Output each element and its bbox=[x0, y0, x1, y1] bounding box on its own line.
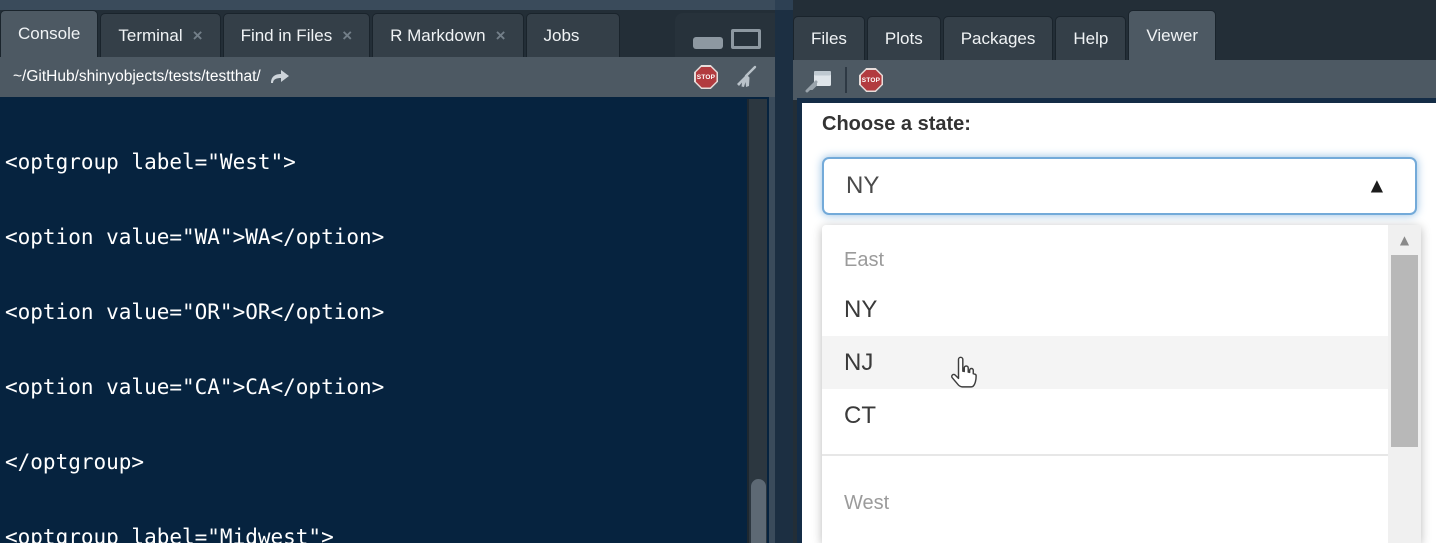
tab-packages[interactable]: Packages bbox=[943, 16, 1054, 60]
console-line: <option value="WA">WA</option> bbox=[5, 225, 769, 250]
goto-directory-arrow-icon[interactable] bbox=[269, 68, 291, 86]
stop-app-icon[interactable]: STOP bbox=[859, 68, 883, 92]
clear-console-broom-icon[interactable] bbox=[733, 64, 759, 90]
viewer-pane: Files Plots Packages Help Viewer bbox=[793, 0, 1436, 543]
state-select[interactable]: NY ▲ bbox=[822, 157, 1417, 215]
toolbar-separator bbox=[845, 67, 847, 93]
console-scrollbar-thumb[interactable] bbox=[751, 479, 766, 543]
state-select-value: NY bbox=[846, 172, 879, 200]
close-icon[interactable]: × bbox=[193, 27, 203, 44]
dropdown-scrollbar-thumb[interactable] bbox=[1391, 255, 1418, 447]
close-icon[interactable]: × bbox=[342, 27, 352, 44]
select-label: Choose a state: bbox=[822, 113, 971, 136]
tab-find-in-files[interactable]: Find in Files × bbox=[223, 13, 371, 57]
console-line: </optgroup> bbox=[5, 450, 769, 475]
console-line: <option value="OR">OR</option> bbox=[5, 300, 769, 325]
tab-packages-label: Packages bbox=[961, 29, 1036, 49]
optgroup-west-label: West bbox=[822, 456, 1388, 528]
tab-files[interactable]: Files bbox=[793, 16, 865, 60]
tab-terminal-label: Terminal bbox=[118, 26, 182, 46]
tab-find-in-files-label: Find in Files bbox=[241, 26, 333, 46]
console-line: <optgroup label="Midwest"> bbox=[5, 525, 769, 543]
right-tabbar: Files Plots Packages Help Viewer bbox=[793, 10, 1436, 60]
tab-help[interactable]: Help bbox=[1055, 16, 1126, 60]
tab-terminal[interactable]: Terminal × bbox=[100, 13, 220, 57]
tab-plots-label: Plots bbox=[885, 29, 923, 49]
option-ct[interactable]: CT bbox=[822, 389, 1388, 442]
mouse-pointer-cursor bbox=[948, 355, 978, 391]
state-dropdown: East NY NJ CT West WA ▲ bbox=[822, 225, 1421, 543]
tab-jobs[interactable]: Jobs bbox=[526, 13, 621, 57]
tab-viewer-label: Viewer bbox=[1146, 26, 1198, 46]
tab-files-label: Files bbox=[811, 29, 847, 49]
console-scrollbar[interactable] bbox=[747, 99, 767, 543]
state-dropdown-list: East NY NJ CT West WA bbox=[822, 225, 1388, 543]
pane-window-controls bbox=[675, 13, 775, 57]
viewer-content: Choose a state: NY ▲ East NY NJ CT West … bbox=[797, 98, 1436, 543]
option-ny[interactable]: NY bbox=[822, 283, 1388, 336]
scroll-up-arrow-icon[interactable]: ▲ bbox=[1388, 233, 1421, 247]
optgroup-east-label: East bbox=[822, 225, 1388, 283]
console-line: <option value="CA">CA</option> bbox=[5, 375, 769, 400]
option-nj[interactable]: NJ bbox=[822, 336, 1388, 389]
tab-help-label: Help bbox=[1073, 29, 1108, 49]
viewer-toolbar: STOP bbox=[793, 60, 1436, 100]
rstudio-window: Console Terminal × Find in Files × R Mar… bbox=[0, 0, 1436, 543]
option-wa[interactable]: WA bbox=[822, 528, 1388, 543]
tab-console-label: Console bbox=[18, 24, 80, 44]
chevron-up-icon: ▲ bbox=[1371, 177, 1383, 193]
console-toolbar: ~/GitHub/shinyobjects/tests/testthat/ ST… bbox=[0, 57, 775, 97]
dropdown-scrollbar[interactable]: ▲ bbox=[1388, 225, 1421, 543]
working-directory-path: ~/GitHub/shinyobjects/tests/testthat/ bbox=[13, 68, 261, 86]
close-icon[interactable]: × bbox=[496, 27, 506, 44]
minimize-pane-icon[interactable] bbox=[693, 37, 723, 49]
tab-console[interactable]: Console bbox=[0, 10, 98, 57]
tab-viewer[interactable]: Viewer bbox=[1128, 10, 1216, 60]
tab-r-markdown[interactable]: R Markdown × bbox=[372, 13, 523, 57]
console-output[interactable]: <optgroup label="West"> <option value="W… bbox=[0, 97, 769, 543]
left-tabbar: Console Terminal × Find in Files × R Mar… bbox=[0, 10, 775, 57]
maximize-pane-icon[interactable] bbox=[731, 29, 761, 49]
tab-jobs-label: Jobs bbox=[544, 26, 580, 46]
console-pane: Console Terminal × Find in Files × R Mar… bbox=[0, 0, 775, 543]
console-line: <optgroup label="West"> bbox=[5, 150, 769, 175]
tab-plots[interactable]: Plots bbox=[867, 16, 941, 60]
tab-r-markdown-label: R Markdown bbox=[390, 26, 485, 46]
open-in-new-window-icon[interactable] bbox=[805, 67, 833, 93]
